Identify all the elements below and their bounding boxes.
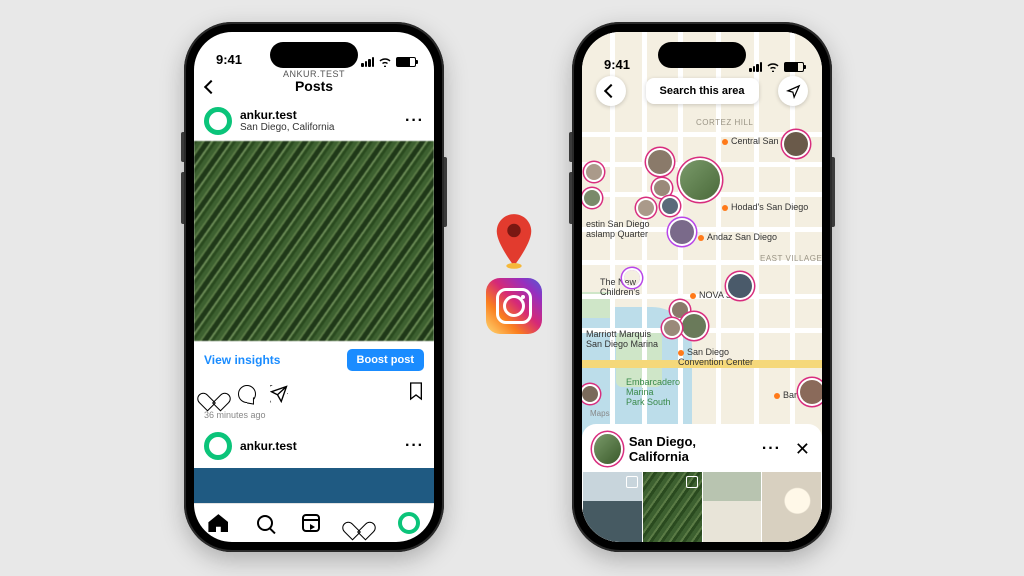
map-story-bubble[interactable] xyxy=(664,320,680,336)
map-story-bubble[interactable] xyxy=(784,132,808,156)
wifi-icon xyxy=(766,61,780,72)
thumbnail[interactable] xyxy=(583,472,642,542)
locate-me-button[interactable] xyxy=(778,76,808,106)
post-username[interactable]: ankur.test xyxy=(240,439,297,453)
map-poi-label[interactable]: Andaz San Diego xyxy=(698,232,777,242)
signal-icon xyxy=(361,57,374,67)
avatar[interactable] xyxy=(204,432,232,460)
reels-tab-icon[interactable] xyxy=(302,514,320,532)
search-area-button[interactable]: Search this area xyxy=(646,78,759,104)
header-title: Posts xyxy=(194,78,434,94)
dynamic-island xyxy=(658,42,746,68)
status-time: 9:41 xyxy=(216,52,242,67)
map-poi-label[interactable]: Hodad's San Diego xyxy=(722,202,808,212)
map-neighborhood-label: EAST VILLAGE xyxy=(760,254,822,263)
search-tab-icon[interactable] xyxy=(257,515,273,531)
map-story-bubble[interactable] xyxy=(680,160,720,200)
sheet-title: San Diego, California xyxy=(629,434,746,464)
thumbnail[interactable] xyxy=(703,472,762,542)
post-image[interactable] xyxy=(194,141,434,341)
status-time: 9:41 xyxy=(604,57,630,72)
map-story-bubble[interactable] xyxy=(624,270,640,286)
sheet-close-button[interactable]: ✕ xyxy=(795,439,810,460)
map-poi-label[interactable]: estin San Diego aslamp Quarter xyxy=(586,220,650,240)
tab-bar xyxy=(194,503,434,542)
map-story-bubble[interactable] xyxy=(662,198,678,214)
screen-left: 9:41 ANKUR.TEST Posts ankur.test San Die… xyxy=(194,32,434,542)
thumbnail[interactable] xyxy=(643,472,702,542)
map-story-bubble[interactable] xyxy=(728,274,752,298)
home-tab-icon[interactable] xyxy=(208,514,228,532)
map-story-bubble[interactable] xyxy=(584,190,600,206)
boost-post-button[interactable]: Boost post xyxy=(347,349,424,371)
map-story-bubble[interactable] xyxy=(648,150,672,174)
map-story-bubble[interactable] xyxy=(638,200,654,216)
next-post-image[interactable] xyxy=(194,468,434,503)
battery-icon xyxy=(396,57,416,67)
battery-icon xyxy=(784,62,804,72)
map-story-bubble[interactable] xyxy=(654,180,670,196)
post-timestamp: 36 minutes ago xyxy=(194,410,434,426)
back-button[interactable] xyxy=(596,76,626,106)
thumbnail[interactable] xyxy=(762,472,821,542)
map-story-bubble[interactable] xyxy=(670,220,694,244)
wifi-icon xyxy=(378,56,392,67)
activity-tab-icon[interactable] xyxy=(349,514,369,532)
dynamic-island xyxy=(270,42,358,68)
instagram-logo-icon xyxy=(486,278,542,334)
location-pin-icon xyxy=(491,212,537,270)
avatar[interactable] xyxy=(204,107,232,135)
like-icon[interactable] xyxy=(204,385,224,403)
map-neighborhood-label: CORTEZ HILL xyxy=(696,118,753,127)
map-story-bubble[interactable] xyxy=(682,314,706,338)
signal-icon xyxy=(749,62,762,72)
map-story-bubble[interactable] xyxy=(582,386,598,402)
phone-frame-right: CORTEZ HILL EAST VILLAGE Central San Die… xyxy=(572,22,832,552)
screen-right: CORTEZ HILL EAST VILLAGE Central San Die… xyxy=(582,32,822,542)
post-username[interactable]: ankur.test xyxy=(240,108,335,122)
post-header[interactable]: ankur.test San Diego, California ··· xyxy=(194,101,434,141)
next-post-header[interactable]: ankur.test ··· xyxy=(194,426,434,466)
save-icon[interactable] xyxy=(408,381,424,406)
map-poi-label[interactable]: San Diego Convention Center xyxy=(678,348,753,368)
sheet-more-button[interactable]: ··· xyxy=(762,440,781,458)
map-poi-label[interactable]: Embarcadero Marina Park South xyxy=(626,378,680,408)
post-actions xyxy=(194,377,434,410)
page-header: ANKUR.TEST Posts xyxy=(194,69,434,101)
location-sheet[interactable]: San Diego, California ··· ✕ xyxy=(582,424,822,542)
phone-frame-left: 9:41 ANKUR.TEST Posts ankur.test San Die… xyxy=(184,22,444,552)
center-graphic xyxy=(476,212,552,334)
map-poi-label[interactable]: Marriott Marquis San Diego Marina xyxy=(586,330,658,350)
sheet-thumbnails xyxy=(582,472,822,542)
map-story-bubble[interactable] xyxy=(800,380,822,404)
maps-attribution: Maps xyxy=(590,409,610,418)
post-location[interactable]: San Diego, California xyxy=(240,122,335,133)
map-story-bubble[interactable] xyxy=(586,164,602,180)
insights-row: View insights Boost post xyxy=(194,341,434,377)
post-more-button[interactable]: ··· xyxy=(405,112,424,130)
view-insights-link[interactable]: View insights xyxy=(204,353,280,367)
map-header: Search this area xyxy=(582,76,822,106)
back-button[interactable] xyxy=(206,75,216,98)
sheet-avatar[interactable] xyxy=(594,434,621,464)
comment-icon[interactable] xyxy=(238,385,256,403)
share-icon[interactable] xyxy=(270,385,288,403)
profile-tab-icon[interactable] xyxy=(398,512,420,534)
post-more-button[interactable]: ··· xyxy=(405,437,424,455)
